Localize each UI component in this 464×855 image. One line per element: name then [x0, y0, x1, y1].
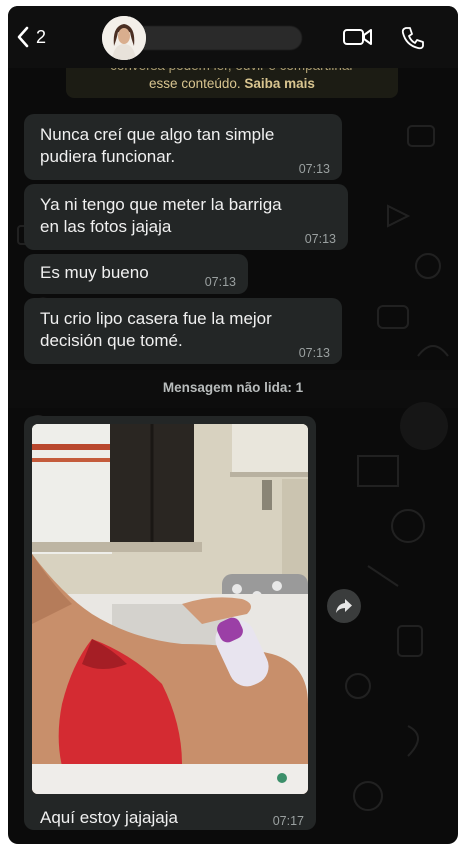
scroll-down-button[interactable]: [400, 402, 448, 450]
message-bubble[interactable]: Tu crio lipo casera fue la mejor decisió…: [24, 298, 342, 364]
chevron-left-icon: [17, 26, 29, 48]
message-bubble[interactable]: Es muy bueno 07:13: [24, 254, 248, 294]
message-text: Nunca creí que algo tan simple: [40, 125, 275, 144]
message-photo[interactable]: [32, 424, 308, 794]
contact-name-redacted[interactable]: [132, 26, 302, 50]
message-bubble[interactable]: Ya ni tengo que meter la barriga en las …: [24, 184, 348, 250]
avatar-image: [102, 16, 146, 60]
forward-arrow-icon: [336, 599, 352, 613]
phone-icon[interactable]: [400, 25, 426, 51]
message-text: Tu crio lipo casera fue la mejor: [40, 309, 272, 328]
avatar[interactable]: [102, 16, 146, 60]
back-button[interactable]: 2: [16, 24, 56, 50]
message-time: 07:17: [272, 814, 304, 828]
message-text: pudiera funcionar.: [40, 147, 176, 166]
unread-label: Mensagem não lida: 1: [162, 380, 304, 395]
notice-text: esse conteúdo.: [149, 76, 241, 91]
media-message-bubble[interactable]: Aquí estoy jajajaja 07:17: [24, 416, 316, 830]
notice-line2: esse conteúdo. Saiba mais: [66, 75, 398, 93]
message-text: decisión que tomé.: [40, 331, 183, 350]
video-camera-icon[interactable]: [342, 25, 374, 49]
message-text: Es muy bueno: [40, 263, 149, 282]
message-bubble[interactable]: Nunca creí que algo tan simple pudiera f…: [24, 114, 342, 180]
message-time: 07:13: [298, 346, 330, 360]
message-time: 07:13: [304, 232, 336, 246]
media-caption: Aquí estoy jajajaja: [40, 808, 178, 827]
chat-header: 2: [8, 6, 458, 68]
message-text: Ya ni tengo que meter la barriga: [40, 195, 282, 214]
forward-button[interactable]: [327, 589, 361, 623]
phone-screen: 2 conversa podem ler, ouvir e compartilh…: [8, 6, 458, 844]
photo-image: [32, 424, 308, 794]
message-time: 07:13: [204, 275, 236, 289]
unread-chats-count: 2: [36, 26, 47, 47]
learn-more-link[interactable]: Saiba mais: [244, 76, 315, 91]
message-time: 07:13: [298, 162, 330, 176]
message-text: en las fotos jajaja: [40, 217, 172, 236]
